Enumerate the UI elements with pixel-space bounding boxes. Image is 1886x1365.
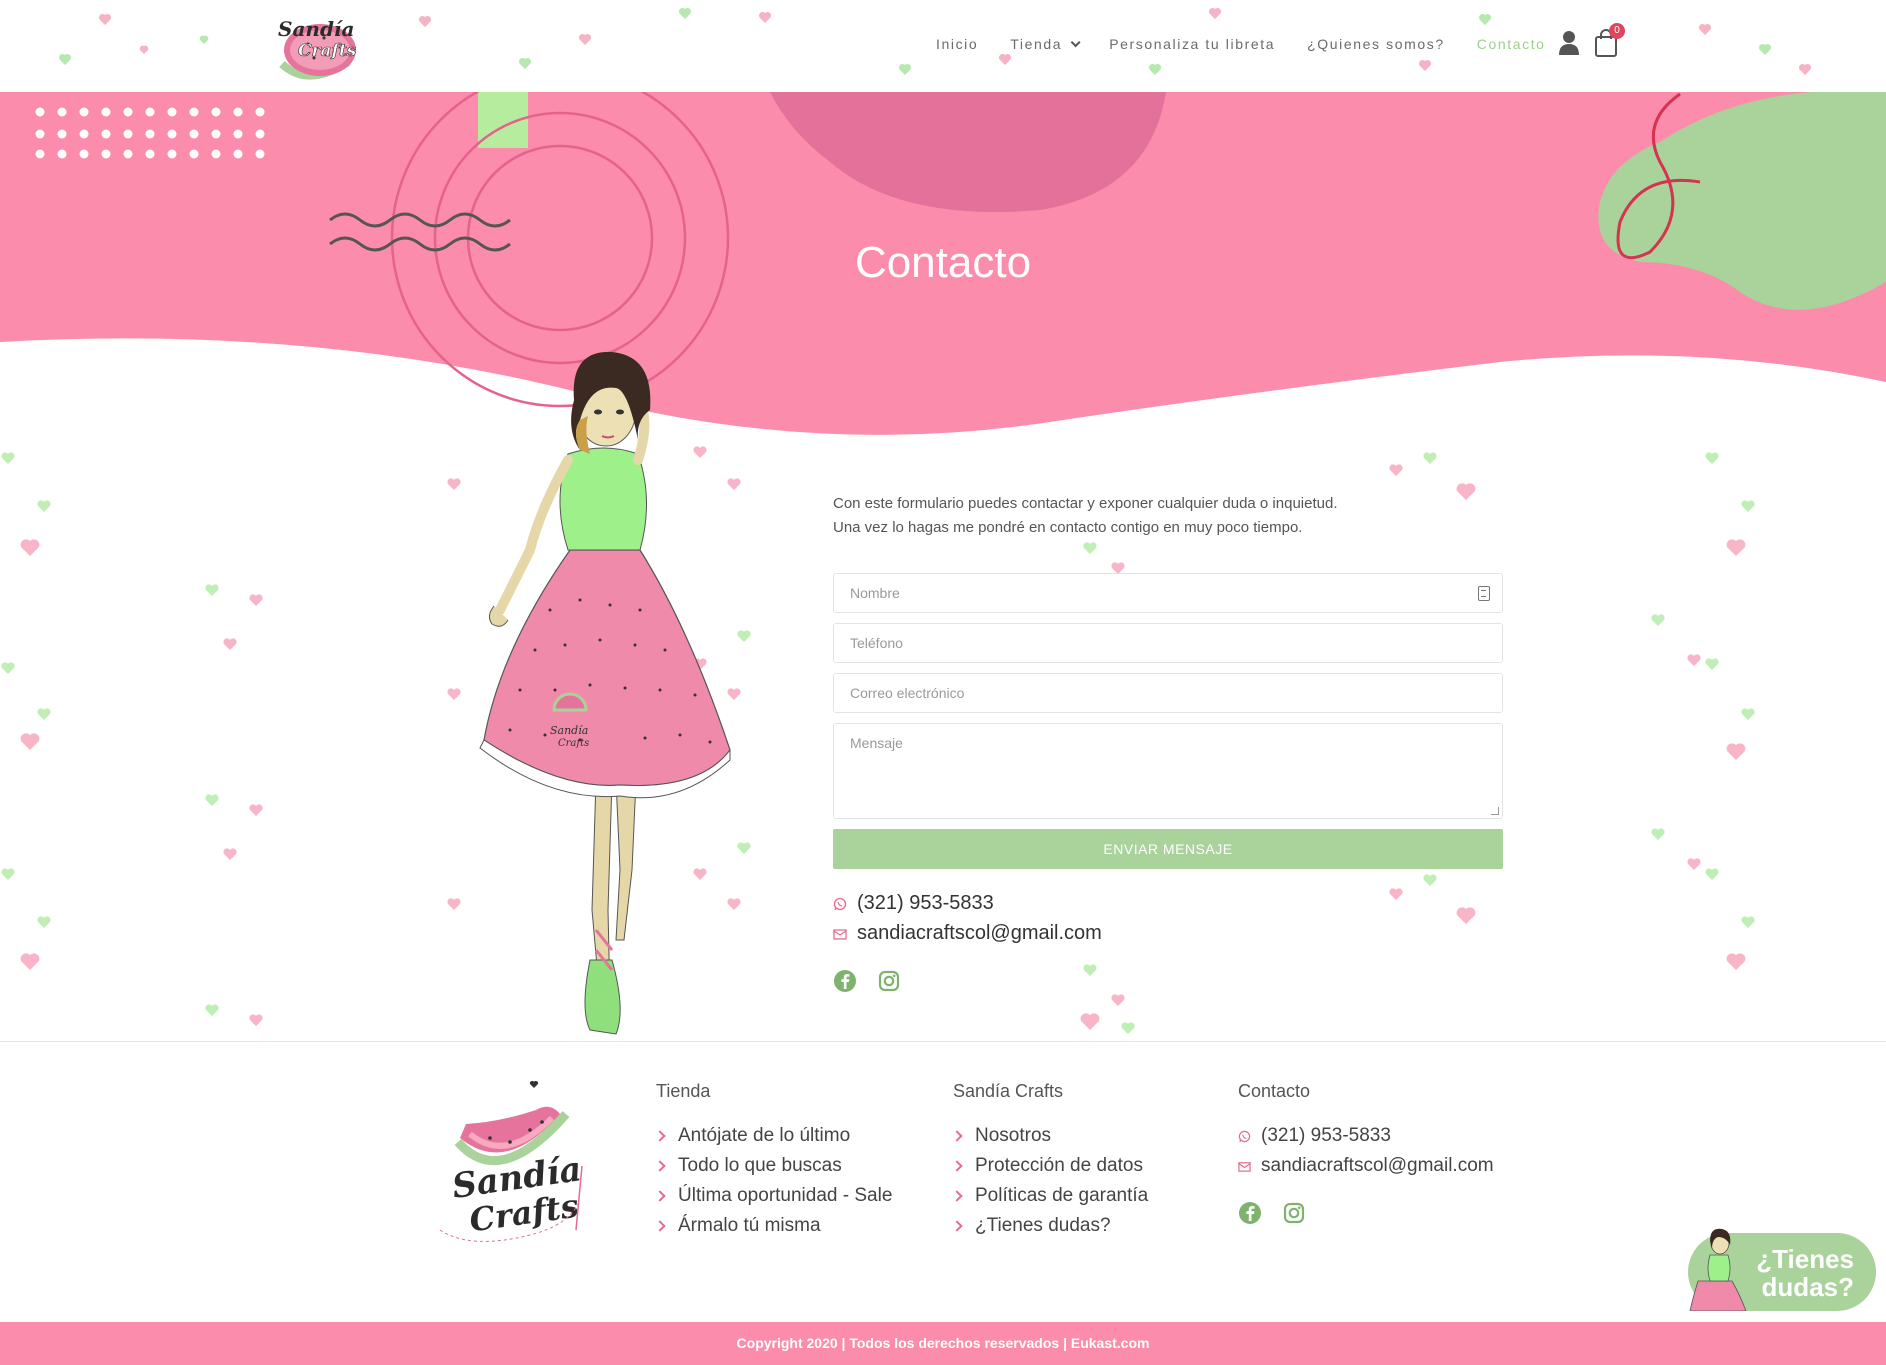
instagram-icon[interactable]	[1282, 1201, 1306, 1225]
svg-text:Crafts: Crafts	[298, 41, 357, 61]
svg-text:Crafts: Crafts	[558, 738, 589, 749]
cart-count-badge: 0	[1609, 23, 1625, 39]
footer-phone[interactable]: (321) 953-5833	[1238, 1125, 1391, 1147]
message-textarea[interactable]: Mensaje	[833, 723, 1503, 819]
contact-phone[interactable]: (321) 953-5833	[833, 892, 994, 915]
nav-label: Contacto	[1476, 36, 1546, 52]
nav-item-quienes-somos[interactable]: ¿Quienes somos?	[1307, 36, 1445, 52]
footer-link[interactable]: Ármalo tú misma	[654, 1215, 821, 1237]
footer-link-label: Políticas de garantía	[975, 1185, 1149, 1206]
site-header: Sandía Crafts Inicio Tienda Personaliza …	[0, 0, 1886, 92]
email-placeholder: Correo electrónico	[850, 685, 965, 701]
footer-col-title-contacto: Contacto	[1238, 1081, 1311, 1101]
message-placeholder: Mensaje	[850, 735, 903, 751]
footer-email[interactable]: sandiacraftscol@gmail.com	[1238, 1155, 1494, 1177]
footer-link[interactable]: Antójate de lo último	[654, 1125, 851, 1147]
footer-divider	[0, 1041, 1886, 1042]
chevron-right-icon	[951, 1160, 963, 1172]
chevron-right-icon	[951, 1220, 963, 1232]
footer-link-label: Todo lo que buscas	[678, 1155, 842, 1176]
help-chat-line-2: dudas?	[1761, 1272, 1854, 1302]
facebook-icon[interactable]	[1238, 1201, 1262, 1225]
main-nav: Inicio Tienda Personaliza tu libreta ¿Qu…	[936, 36, 1578, 52]
footer-phone-text: (321) 953-5833	[1261, 1125, 1391, 1146]
site-logo[interactable]: Sandía Crafts	[268, 8, 368, 84]
envelope-icon	[1238, 1161, 1251, 1172]
whatsapp-icon	[1238, 1130, 1251, 1142]
chevron-right-icon	[654, 1220, 666, 1232]
footer-link[interactable]: Políticas de garantía	[951, 1185, 1149, 1207]
nav-label: ¿Quienes somos?	[1307, 36, 1445, 52]
footer-col-title-sandia: Sandía Crafts	[953, 1081, 1064, 1101]
intro-line-2: Una vez lo hagas me pondré en contacto c…	[833, 519, 1303, 536]
contact-email[interactable]: sandiacraftscol@gmail.com	[833, 922, 1102, 945]
chevron-right-icon	[654, 1190, 666, 1202]
name-placeholder: Nombre	[850, 585, 900, 601]
contact-card-icon	[1478, 586, 1490, 601]
nav-item-personaliza[interactable]: Personaliza tu libreta	[1109, 36, 1275, 52]
email-text: sandiacraftscol@gmail.com	[857, 922, 1102, 944]
envelope-icon	[833, 928, 847, 940]
page-title: Contacto	[854, 238, 1032, 287]
footer-link[interactable]: Nosotros	[951, 1125, 1052, 1147]
nav-item-inicio[interactable]: Inicio	[936, 36, 978, 52]
footer-link-label: Ármalo tú misma	[678, 1215, 821, 1236]
footer-logo[interactable]: Sandía Crafts	[430, 1080, 590, 1250]
footer-link-label: Protección de datos	[975, 1155, 1143, 1176]
nav-item-contacto[interactable]: Contacto	[1477, 36, 1546, 52]
svg-text:Sandía: Sandía	[278, 17, 354, 41]
nav-label: Personaliza tu libreta	[1109, 36, 1276, 52]
phone-field[interactable]: Teléfono	[833, 623, 1503, 663]
footer-link[interactable]: ¿Tienes dudas?	[951, 1215, 1111, 1237]
phone-placeholder: Teléfono	[850, 635, 903, 651]
footer-link[interactable]: Protección de datos	[951, 1155, 1143, 1177]
nav-item-tienda[interactable]: Tienda	[1010, 36, 1081, 52]
svg-text:Sandía: Sandía	[550, 724, 588, 737]
footer-link-label: Antójate de lo último	[678, 1125, 851, 1146]
chevron-right-icon	[654, 1160, 666, 1172]
chevron-right-icon	[951, 1190, 963, 1202]
footer-link-label: ¿Tienes dudas?	[975, 1215, 1111, 1236]
help-chat-button[interactable]: ¿Tienes dudas?	[1688, 1228, 1876, 1311]
help-chat-line-1: ¿Tienes	[1756, 1244, 1854, 1274]
mascot-avatar	[1689, 1228, 1747, 1311]
send-message-button[interactable]: ENVIAR MENSAJE	[833, 829, 1503, 869]
instagram-icon[interactable]	[877, 969, 901, 993]
user-icon[interactable]	[1558, 30, 1580, 56]
help-chat-label: ¿Tienes dudas?	[1756, 1245, 1854, 1301]
resize-handle-icon[interactable]	[1491, 807, 1499, 815]
whatsapp-icon	[833, 897, 847, 910]
contact-intro: Con este formulario puedes contactar y e…	[833, 492, 1338, 540]
footer-link-label: Nosotros	[975, 1125, 1052, 1146]
nav-label: Inicio	[936, 36, 979, 52]
footer-email-text: sandiacraftscol@gmail.com	[1261, 1155, 1494, 1176]
footer-col-title-tienda: Tienda	[656, 1081, 711, 1101]
intro-line-1: Con este formulario puedes contactar y e…	[833, 495, 1338, 512]
mascot-illustration: Sandía Crafts	[479, 351, 731, 1035]
chevron-right-icon	[951, 1130, 963, 1142]
footer-bottom-bar: Copyright 2020 | Todos los derechos rese…	[0, 1322, 1886, 1365]
chevron-down-icon	[1070, 36, 1081, 47]
footer-link[interactable]: Última oportunidad - Sale	[654, 1185, 893, 1207]
chevron-right-icon	[654, 1130, 666, 1142]
name-field[interactable]: Nombre	[833, 573, 1503, 613]
footer-link[interactable]: Todo lo que buscas	[654, 1155, 842, 1177]
nav-label: Tienda	[1010, 36, 1063, 52]
email-field[interactable]: Correo electrónico	[833, 673, 1503, 713]
copyright-text: Copyright 2020 | Todos los derechos rese…	[736, 1335, 1150, 1351]
footer-link-label: Última oportunidad - Sale	[678, 1185, 893, 1206]
facebook-icon[interactable]	[833, 969, 857, 993]
phone-text: (321) 953-5833	[857, 892, 994, 914]
